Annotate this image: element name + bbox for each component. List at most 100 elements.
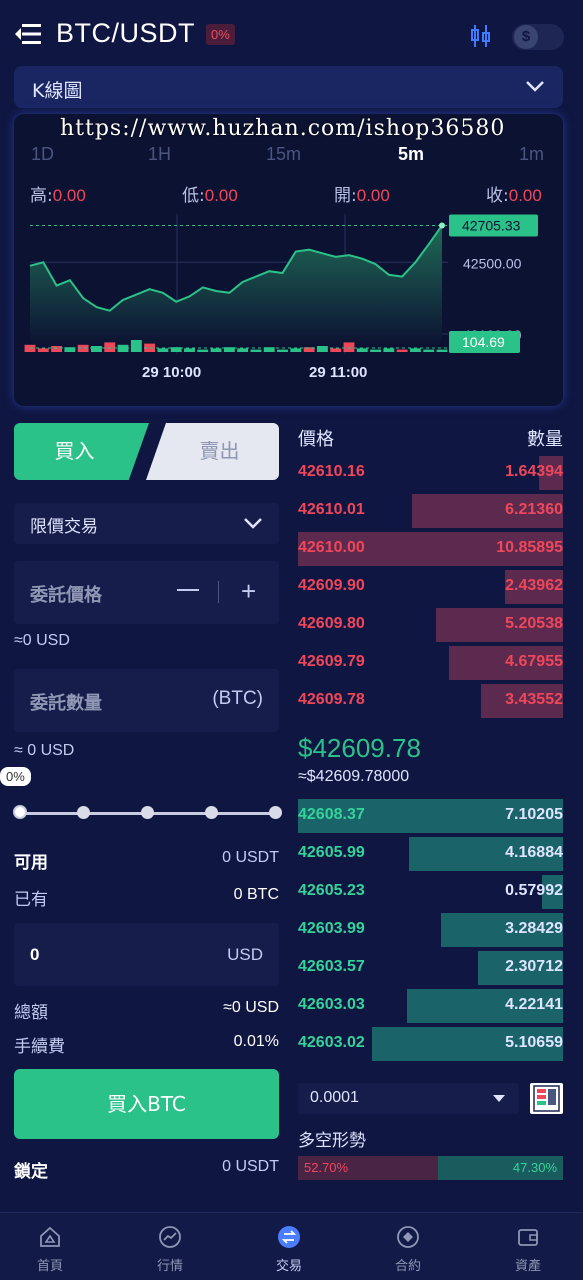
timeframe-15m[interactable]: 15m bbox=[266, 144, 301, 165]
ask-quantity: 3.43552 bbox=[505, 691, 563, 708]
ask-row[interactable]: 42609.79 4.67955 bbox=[298, 646, 563, 680]
volume-bar bbox=[383, 348, 395, 352]
timeframe-1m[interactable]: 1m bbox=[519, 144, 544, 165]
ask-row[interactable]: 42610.16 1.64394 bbox=[298, 456, 563, 490]
bid-row[interactable]: 42608.37 7.10205 bbox=[298, 799, 563, 833]
slider-handle[interactable] bbox=[13, 805, 27, 819]
amount-input[interactable]: 0 USD bbox=[14, 923, 279, 986]
chart-panel: 42500.0042100.0042705.33104.6929 10:0029… bbox=[14, 114, 563, 406]
volume-bar bbox=[250, 349, 262, 352]
timeframe-1d[interactable]: 1D bbox=[31, 144, 54, 165]
bid-quantity: 7.10205 bbox=[505, 806, 563, 823]
bid-row[interactable]: 42603.03 4.22141 bbox=[298, 989, 563, 1023]
slider-step-100[interactable] bbox=[269, 806, 282, 819]
ohlc-high: 高:0.00 bbox=[30, 186, 86, 206]
slider-step-75[interactable] bbox=[205, 806, 218, 819]
contract-icon bbox=[397, 1226, 419, 1248]
chart-type-dropdown[interactable]: K線圖 bbox=[14, 66, 563, 108]
volume-bar bbox=[277, 349, 288, 352]
order-type-dropdown[interactable]: 限價交易 bbox=[14, 503, 279, 544]
candlestick-icon[interactable] bbox=[470, 24, 492, 48]
quantity-input[interactable]: 委託數量 (BTC) bbox=[14, 669, 279, 732]
volume-bar bbox=[130, 340, 142, 352]
ask-quantity: 4.67955 bbox=[505, 653, 563, 670]
bid-quantity: 3.28429 bbox=[505, 920, 563, 937]
volume-bar bbox=[330, 348, 342, 352]
order-type-label: 限價交易 bbox=[30, 517, 98, 537]
nav-market-label: 行情 bbox=[156, 1259, 183, 1274]
wallet-icon bbox=[518, 1229, 538, 1246]
watermark: https://www.huzhan.com/ishop36580 bbox=[60, 116, 506, 141]
minus-icon[interactable] bbox=[177, 589, 199, 591]
last-price-dot bbox=[439, 222, 445, 229]
change-badge: 0% bbox=[206, 24, 235, 45]
owned-value: 0 BTC bbox=[233, 886, 279, 903]
chart-type-label: K線圖 bbox=[32, 80, 83, 102]
bid-row[interactable]: 42605.23 0.57992 bbox=[298, 875, 563, 909]
nav-home-label: 首頁 bbox=[36, 1259, 63, 1274]
ask-row[interactable]: 42609.80 5.20538 bbox=[298, 608, 563, 642]
slider-step-25[interactable] bbox=[77, 806, 90, 819]
bid-price: 42605.99 bbox=[298, 844, 365, 861]
nav-trade[interactable]: 交易 bbox=[239, 1213, 339, 1280]
depth-precision-value: 0.0001 bbox=[310, 1089, 359, 1106]
long-short-title: 多空形勢 bbox=[298, 1131, 366, 1151]
last-price-usd: ≈$42609.78000 bbox=[298, 768, 410, 785]
bottom-nav: 首頁 行情 交易 合約 資產 bbox=[0, 1212, 583, 1280]
fee-value: 0.01% bbox=[233, 1033, 279, 1050]
sell-tab[interactable]: 賣出 bbox=[146, 423, 279, 480]
ask-row[interactable]: 42609.90 2.43962 bbox=[298, 570, 563, 604]
nav-assets[interactable]: 資產 bbox=[478, 1213, 578, 1280]
ask-price: 42609.90 bbox=[298, 577, 365, 594]
price-area bbox=[30, 225, 442, 346]
volume-bar bbox=[436, 349, 448, 352]
pair-title: BTC/USDT bbox=[56, 18, 195, 48]
locked-value: 0 USDT bbox=[222, 1158, 279, 1175]
bid-row[interactable]: 42603.99 3.28429 bbox=[298, 913, 563, 947]
currency-toggle[interactable]: $ bbox=[512, 24, 564, 50]
price-input[interactable]: 委託價格 + bbox=[14, 561, 279, 624]
timeframe-5m[interactable]: 5m bbox=[398, 144, 424, 165]
volume-tag-text: 104.69 bbox=[462, 334, 505, 350]
ask-row[interactable]: 42610.01 6.21360 bbox=[298, 494, 563, 528]
ask-price: 42609.80 bbox=[298, 615, 365, 632]
bid-row[interactable]: 42603.57 2.30712 bbox=[298, 951, 563, 985]
caret-down-icon bbox=[493, 1095, 505, 1102]
back-menu-icon[interactable] bbox=[14, 20, 42, 48]
total-label: 總額 bbox=[14, 1003, 48, 1023]
bid-price: 42603.57 bbox=[298, 958, 365, 975]
nav-trade-label: 交易 bbox=[275, 1259, 302, 1274]
owned-label: 已有 bbox=[14, 890, 48, 910]
nav-market[interactable]: 行情 bbox=[120, 1213, 220, 1280]
buy-btc-button[interactable]: 買入BTC bbox=[14, 1069, 279, 1139]
orderbook-layout-icon[interactable] bbox=[530, 1083, 563, 1114]
slider-step-50[interactable] bbox=[141, 806, 154, 819]
plus-icon[interactable]: + bbox=[241, 578, 256, 604]
amount-value: 0 bbox=[30, 945, 40, 964]
ohlc-low: 低:0.00 bbox=[182, 186, 238, 206]
volume-bar bbox=[396, 349, 408, 352]
divider bbox=[218, 581, 219, 603]
quantity-unit: (BTC) bbox=[212, 688, 263, 709]
amount-unit: USD bbox=[227, 945, 263, 964]
price-usd-note: ≈0 USD bbox=[14, 632, 70, 649]
nav-contract[interactable]: 合約 bbox=[358, 1213, 458, 1280]
bid-row[interactable]: 42605.99 4.16884 bbox=[298, 837, 563, 871]
timeframe-1h[interactable]: 1H bbox=[148, 144, 171, 165]
volume-bar bbox=[197, 349, 209, 352]
chevron-down-icon bbox=[525, 78, 545, 97]
buy-tab[interactable]: 買入 bbox=[14, 423, 149, 480]
ask-row[interactable]: 42610.00 10.85895 bbox=[298, 532, 563, 566]
depth-precision-select[interactable]: 0.0001 bbox=[298, 1083, 519, 1114]
volume-bar bbox=[343, 342, 355, 352]
ask-row[interactable]: 42609.78 3.43552 bbox=[298, 684, 563, 718]
ask-price: 42609.78 bbox=[298, 691, 365, 708]
fee-label: 手續費 bbox=[14, 1037, 65, 1057]
ask-price: 42610.16 bbox=[298, 463, 365, 480]
bid-row[interactable]: 42603.02 5.10659 bbox=[298, 1027, 563, 1061]
ask-quantity: 10.85895 bbox=[496, 539, 563, 556]
volume-bar bbox=[423, 349, 435, 352]
volume-bar bbox=[184, 348, 195, 352]
nav-home[interactable]: 首頁 bbox=[0, 1213, 100, 1280]
x-tick-label: 29 11:00 bbox=[309, 364, 367, 381]
